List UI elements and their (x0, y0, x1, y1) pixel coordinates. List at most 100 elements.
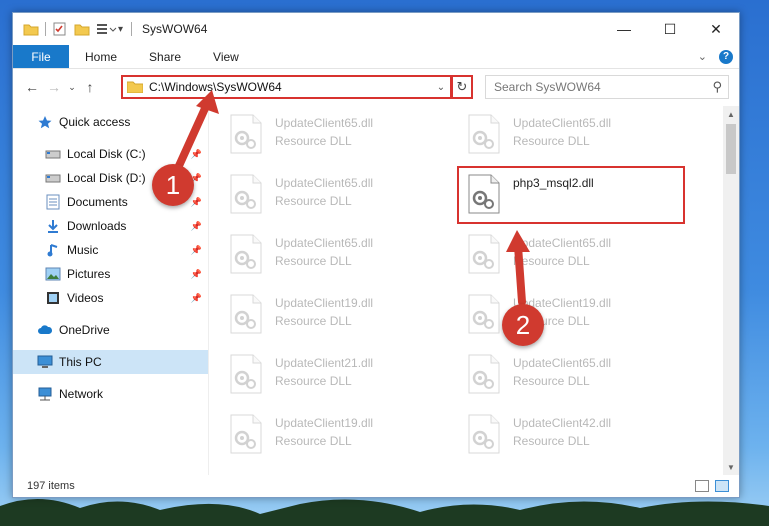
content-area: Quick access Local Disk (C:) 📌 Local Disk (… (13, 106, 739, 475)
dll-file-icon (229, 414, 263, 454)
scroll-up-icon[interactable]: ▲ (723, 106, 739, 122)
sidebar-item-music[interactable]: Music 📌 (13, 238, 208, 262)
tab-home[interactable]: Home (69, 45, 133, 68)
file-name: UpdateClient65.dll (513, 356, 612, 370)
pin-icon[interactable]: 📌 (191, 269, 202, 280)
file-name: UpdateClient65.dll (275, 236, 374, 250)
file-list: ▲ ▼ UpdateClient65.dll Resource DLL Update… (209, 106, 739, 475)
documents-icon (45, 194, 61, 210)
sidebar-item-downloads[interactable]: Downloads 📌 (13, 214, 208, 238)
file-type: Resource DLL (275, 434, 352, 448)
pin-icon[interactable]: 📌 (191, 245, 202, 256)
computer-icon (37, 354, 53, 370)
dll-file-icon (467, 354, 501, 394)
address-bar[interactable]: C:\Windows\SysWOW64 ⌄ (121, 75, 452, 99)
file-tile[interactable]: UpdateClient65.dll Resource DLL (229, 230, 459, 282)
title-bar: ▾ SysWOW64 — ☐ ✕ (13, 13, 739, 45)
file-name: UpdateClient42.dll (513, 416, 612, 430)
dll-file-icon (229, 354, 263, 394)
sidebar-item-label: Network (59, 387, 104, 401)
tab-file[interactable]: File (13, 45, 69, 68)
search-icon: ⚲ (712, 79, 722, 94)
sidebar-item-label: Local Disk (C:) (67, 147, 146, 161)
sidebar-item-onedrive[interactable]: OneDrive (13, 318, 208, 342)
file-text: UpdateClient65.dll Resource DLL (513, 350, 611, 388)
file-tile[interactable]: UpdateClient65.dll Resource DLL (229, 170, 459, 222)
explorer-window: ▾ SysWOW64 — ☐ ✕ File Home Share View ⌄ … (12, 12, 740, 498)
folder-icon (127, 81, 143, 93)
file-text: UpdateClient42.dll Resource DLL (513, 410, 611, 448)
address-dropdown-icon[interactable]: ⌄ (432, 82, 450, 93)
file-tile[interactable]: UpdateClient65.dll Resource DLL (467, 110, 697, 162)
dll-file-icon (229, 174, 263, 214)
tab-share[interactable]: Share (133, 45, 197, 68)
sidebar-item-this-pc[interactable]: This PC (13, 350, 208, 374)
drive-icon (45, 170, 61, 186)
refresh-button[interactable]: ↻ (451, 75, 473, 99)
new-folder-icon[interactable] (74, 21, 90, 37)
network-icon (37, 386, 53, 402)
minimize-button[interactable]: — (601, 13, 647, 45)
file-type: Resource DLL (275, 194, 352, 208)
file-tile[interactable]: UpdateClient65.dll Resource DLL (467, 350, 697, 402)
scroll-down-icon[interactable]: ▼ (723, 459, 739, 475)
file-type: Resource DLL (513, 134, 590, 148)
properties-icon[interactable] (52, 21, 68, 37)
chevron-down-icon[interactable]: ▾ (118, 24, 123, 35)
tab-view[interactable]: View (197, 45, 255, 68)
sidebar-item-label: Downloads (67, 219, 127, 233)
file-tile[interactable]: UpdateClient65.dll Resource DLL (467, 230, 697, 282)
pin-icon[interactable]: 📌 (191, 293, 202, 304)
sidebar-item-local-disk-c[interactable]: Local Disk (C:) 📌 (13, 142, 208, 166)
pin-icon[interactable]: 📌 (191, 197, 202, 208)
file-type: Resource DLL (513, 434, 590, 448)
maximize-button[interactable]: ☐ (647, 13, 693, 45)
sidebar-item-quick-access[interactable]: Quick access (13, 110, 208, 134)
file-tile[interactable]: UpdateClient21.dll Resource DLL (229, 350, 459, 402)
scroll-thumb[interactable] (726, 124, 736, 174)
divider (131, 22, 133, 36)
customize-toolbar-icon[interactable] (96, 21, 117, 37)
recent-locations-button[interactable]: ⌄ (65, 76, 79, 98)
file-tile[interactable]: UpdateClient19.dll Resource DLL (467, 290, 697, 342)
file-tile[interactable]: UpdateClient42.dll Resource DLL (467, 410, 697, 462)
sidebar-item-videos[interactable]: Videos 📌 (13, 286, 208, 310)
tiles-view-icon[interactable] (715, 480, 729, 492)
back-button[interactable]: ← (21, 76, 43, 98)
dll-file-icon (229, 114, 263, 154)
quick-access-toolbar: ▾ (13, 21, 123, 37)
vertical-scrollbar[interactable]: ▲ ▼ (723, 106, 739, 475)
view-toggles (695, 480, 729, 492)
details-view-icon[interactable] (695, 480, 709, 492)
step-1-badge: 1 (152, 164, 194, 206)
dll-file-icon (467, 414, 501, 454)
close-button[interactable]: ✕ (693, 13, 739, 45)
pin-icon[interactable]: 📌 (191, 149, 202, 160)
ribbon-right: ⌄ ? (698, 45, 739, 68)
sidebar-item-network[interactable]: Network (13, 382, 208, 406)
expand-ribbon-icon[interactable]: ⌄ (698, 50, 707, 63)
help-icon[interactable]: ? (719, 49, 733, 64)
search-placeholder: Search SysWOW64 (494, 80, 601, 94)
videos-icon (45, 290, 61, 306)
search-input[interactable]: Search SysWOW64 ⚲ (485, 75, 729, 99)
file-text: UpdateClient65.dll Resource DLL (513, 230, 611, 268)
up-button[interactable]: ↑ (79, 76, 101, 98)
highlight-box (457, 166, 685, 224)
navigation-bar: ← → ⌄ ↑ C:\Windows\SysWOW64 ⌄ ↻ Search S… (13, 69, 739, 105)
file-type: Resource DLL (275, 254, 352, 268)
file-tile[interactable]: UpdateClient19.dll Resource DLL (229, 290, 459, 342)
file-tile[interactable]: UpdateClient65.dll Resource DLL (229, 110, 459, 162)
file-name: UpdateClient65.dll (275, 176, 374, 190)
window-title: SysWOW64 (142, 22, 208, 36)
cloud-icon (37, 322, 53, 338)
sidebar-item-pictures[interactable]: Pictures 📌 (13, 262, 208, 286)
sidebar-item-label: Local Disk (D:) (67, 171, 146, 185)
ribbon-tabs: File Home Share View ⌄ ? (13, 45, 739, 69)
forward-button[interactable]: → (43, 76, 65, 98)
step-2-badge: 2 (502, 304, 544, 346)
pictures-icon (45, 266, 61, 282)
file-text: UpdateClient65.dll Resource DLL (513, 110, 611, 148)
pin-icon[interactable]: 📌 (191, 221, 202, 232)
file-tile[interactable]: UpdateClient19.dll Resource DLL (229, 410, 459, 462)
